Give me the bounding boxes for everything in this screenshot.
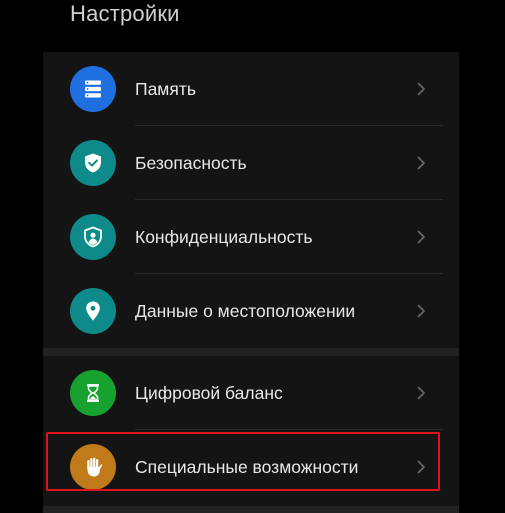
settings-item-accessibility[interactable]: Специальные возможности <box>43 430 459 504</box>
chevron-right-icon <box>413 81 429 97</box>
settings-item-label: Конфиденциальность <box>135 227 313 247</box>
settings-item-memory[interactable]: Память <box>43 52 459 126</box>
settings-item-location[interactable]: Данные о местоположении <box>43 274 459 348</box>
settings-item-privacy[interactable]: Конфиденциальность <box>43 200 459 274</box>
settings-item-label: Память <box>135 79 196 99</box>
privacy-shield-user-icon <box>70 214 116 260</box>
location-pin-icon <box>70 288 116 334</box>
chevron-right-icon <box>413 303 429 319</box>
hourglass-icon <box>70 370 116 416</box>
group-separator <box>43 348 459 356</box>
chevron-right-icon <box>413 459 429 475</box>
settings-item-digital-balance[interactable]: Цифровой баланс <box>43 356 459 430</box>
chevron-right-icon <box>413 155 429 171</box>
chevron-right-icon <box>413 385 429 401</box>
storage-icon <box>70 66 116 112</box>
settings-item-label: Цифровой баланс <box>135 383 283 403</box>
settings-item-security[interactable]: Безопасность <box>43 126 459 200</box>
settings-group-primary: Память Безопасность Конфиденциальность Д… <box>43 52 459 348</box>
settings-group-secondary: Цифровой баланс Специальные возможности <box>43 356 459 506</box>
chevron-right-icon <box>413 229 429 245</box>
hand-icon <box>70 444 116 490</box>
page-title: Настройки <box>70 1 180 26</box>
settings-item-label: Безопасность <box>135 153 247 173</box>
group-separator-bottom <box>43 506 459 513</box>
settings-item-label: Данные о местоположении <box>135 301 356 321</box>
settings-item-label: Специальные возможности <box>135 457 359 477</box>
shield-check-icon <box>70 140 116 186</box>
